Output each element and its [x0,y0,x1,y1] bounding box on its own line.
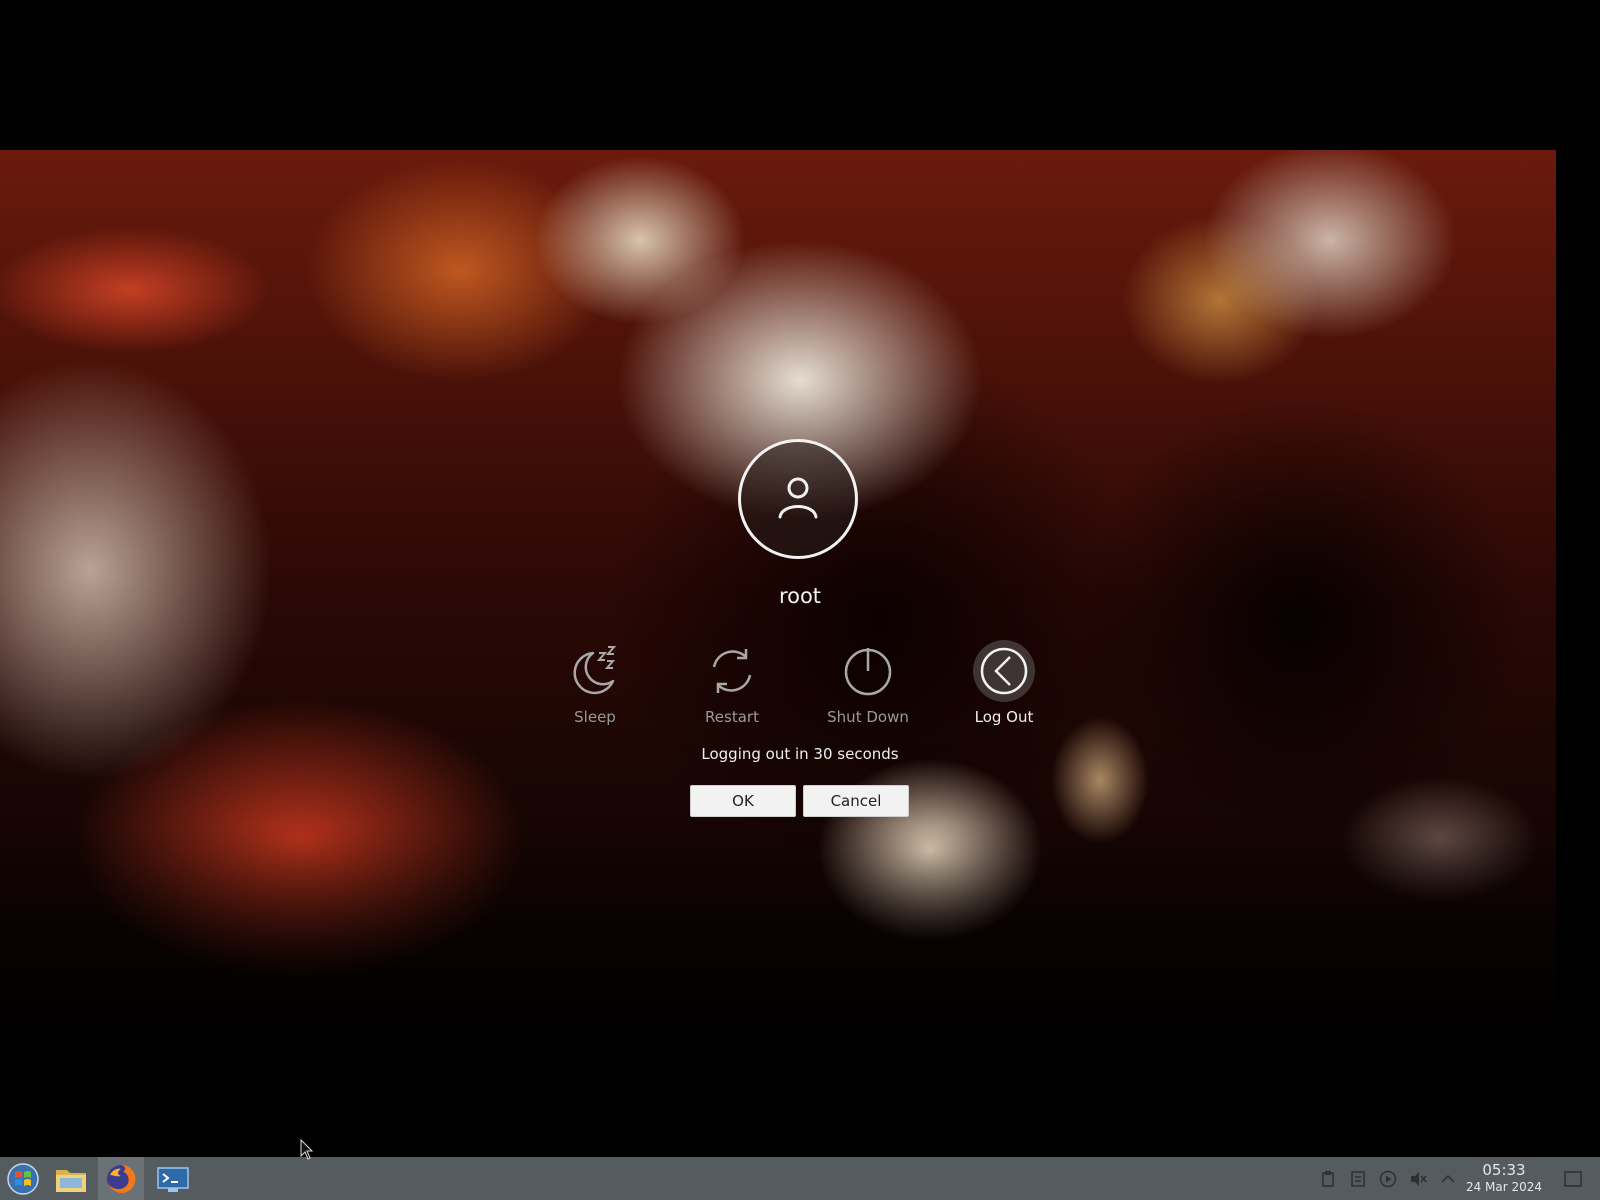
show-desktop-button[interactable] [1560,1157,1586,1200]
show-desktop-icon [1564,1170,1582,1187]
firefox-button[interactable] [98,1157,144,1200]
expand-tray-button[interactable] [1435,1157,1461,1200]
logout-label: Log Out [974,708,1034,726]
clock-time: 05:33 [1482,1161,1526,1179]
media-play-icon [1379,1170,1397,1187]
media-tray-button[interactable] [1375,1157,1401,1200]
shutdown-label: Shut Down [827,708,909,726]
power-icon [844,648,892,696]
start-menu-icon [7,1162,39,1195]
logout-button[interactable]: Log Out [949,640,1059,726]
taskbar-clock[interactable]: 05:33 24 Mar 2024 [1464,1161,1544,1194]
firefox-icon [107,1164,136,1193]
user-icon [778,477,818,519]
sleep-icon [573,646,617,695]
restart-icon [712,649,752,693]
shutdown-button[interactable]: Shut Down [813,640,923,726]
top-black-bar [0,0,1600,150]
expand-tray-icon [1441,1174,1455,1183]
terminal-app-icon [157,1166,189,1192]
clipboard-icon [1322,1170,1334,1187]
ok-button[interactable]: OK [690,785,796,817]
cancel-button[interactable]: Cancel [803,785,909,817]
clipboard-tray-button[interactable] [1315,1157,1341,1200]
username-label: root [778,584,822,608]
clock-date: 24 Mar 2024 [1465,1180,1543,1194]
mouse-cursor-icon [300,1139,314,1160]
file-manager-button[interactable] [48,1157,94,1200]
file-manager-icon [56,1169,86,1192]
logout-countdown-text: Logging out in 30 seconds [701,745,899,763]
notes-tray-button[interactable] [1345,1157,1371,1200]
user-avatar [738,439,858,559]
start-menu-button[interactable] [0,1157,46,1200]
sleep-button[interactable]: Sleep [540,640,650,726]
volume-muted-icon [1411,1171,1427,1186]
restart-label: Restart [705,708,759,726]
terminal-app-button[interactable] [150,1157,196,1200]
sleep-label: Sleep [574,708,616,726]
notes-icon [1351,1170,1365,1187]
volume-tray-button[interactable] [1405,1157,1431,1200]
logout-icon [980,647,1028,695]
restart-button[interactable]: Restart [677,640,787,726]
